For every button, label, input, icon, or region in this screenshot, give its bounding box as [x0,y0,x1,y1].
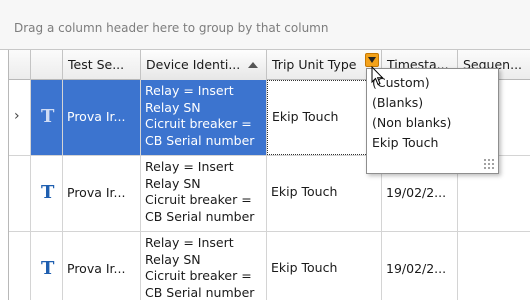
device-identifier-cell[interactable]: Relay = Insert Relay SN Cicruit breaker … [141,80,267,155]
device-identifier-cell[interactable]: Relay = Insert Relay SN Cicruit breaker … [141,232,267,300]
filter-icon[interactable] [365,53,379,67]
trip-unit-type-cell[interactable]: Ekip Touch [267,80,382,155]
row-indicator-cell[interactable] [9,156,31,231]
trip-unit-type-value: Ekip Touch [271,184,338,199]
column-header-trip-unit-type[interactable]: Trip Unit Type [267,50,382,80]
resize-grip-icon[interactable] [483,158,495,170]
device-identifier-value: Relay = Insert Relay SN Cicruit breaker … [145,159,255,224]
row-indicator-arrow: › [14,108,20,124]
timestamp-value: 19/02/2... [386,261,447,276]
trip-unit-type-cell[interactable]: Ekip Touch [267,232,382,300]
test-session-value: Prova Ir... [67,261,126,276]
test-type-icon: T [41,182,55,203]
column-header-device-identifier[interactable]: Device Identi... [141,50,267,80]
indicator-header [9,50,31,80]
device-identifier-value: Relay = Insert Relay SN Cicruit breaker … [145,235,255,300]
filter-option-non-blanks[interactable]: (Non blanks) [372,115,451,130]
table-row[interactable]: T Prova Ir... Relay = Insert Relay SN Ci… [9,232,530,300]
row-icon-cell[interactable]: T [31,232,63,300]
column-header-label: Device Identi... [146,57,241,72]
test-type-icon: T [41,106,55,127]
trip-unit-type-cell[interactable]: Ekip Touch [267,156,382,231]
row-indicator-cell[interactable]: › [9,80,31,155]
group-by-panel[interactable]: Drag a column header here to group by th… [0,0,530,50]
timestamp-value: 19/02/2... [386,185,447,200]
column-header-test-session[interactable]: Test Se... [63,50,141,80]
test-type-icon: T [41,258,55,279]
filter-option-blanks[interactable]: (Blanks) [372,95,423,110]
device-identifier-value: Relay = Insert Relay SN Cicruit breaker … [145,83,255,148]
row-icon-cell[interactable]: T [31,80,63,155]
device-identifier-cell[interactable]: Relay = Insert Relay SN Cicruit breaker … [141,156,267,231]
group-by-hint: Drag a column header here to group by th… [14,21,329,35]
test-session-value: Prova Ir... [67,109,126,124]
test-session-cell[interactable]: Prova Ir... [63,232,141,300]
test-session-cell[interactable]: Prova Ir... [63,80,141,155]
filter-option-ekip-touch[interactable]: Ekip Touch [372,135,438,150]
test-session-cell[interactable]: Prova Ir... [63,156,141,231]
icon-header[interactable] [31,50,63,80]
row-indicator-cell[interactable] [9,232,31,300]
sequence-cell[interactable] [458,232,530,300]
row-icon-cell[interactable]: T [31,156,63,231]
trip-unit-type-value: Ekip Touch [272,109,339,124]
column-header-label: Trip Unit Type [272,57,357,72]
test-session-value: Prova Ir... [67,185,126,200]
sort-ascending-icon [248,62,258,68]
trip-unit-type-value: Ekip Touch [271,260,338,275]
filter-dropdown[interactable]: (Custom) (Blanks) (Non blanks) Ekip Touc… [366,68,499,174]
column-header-label: Test Se... [68,57,125,72]
timestamp-cell[interactable]: 19/02/2... [382,232,458,300]
